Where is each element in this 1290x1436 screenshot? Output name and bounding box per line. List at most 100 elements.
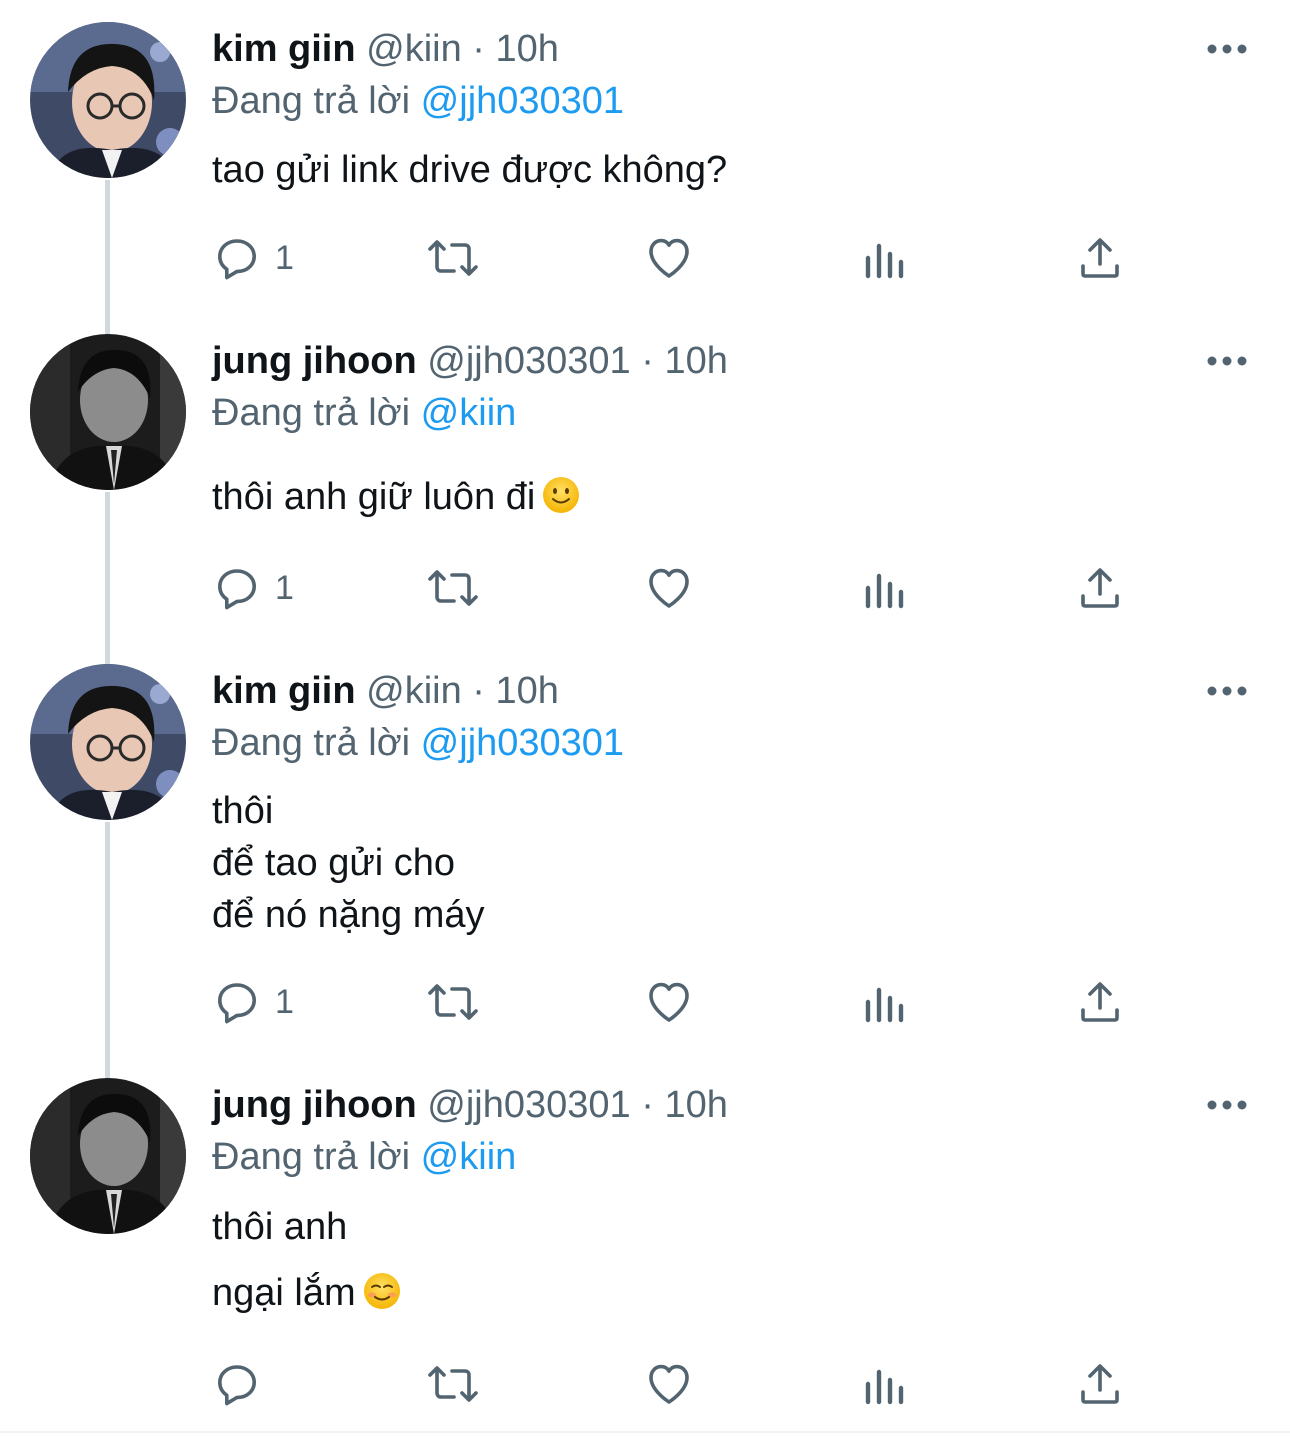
reply-button[interactable]: 1 (213, 972, 294, 1032)
analytics-button[interactable] (862, 228, 906, 288)
share-icon (1081, 568, 1119, 608)
avatar[interactable] (30, 22, 186, 178)
retweet-button[interactable] (426, 972, 480, 1032)
share-icon (1081, 1364, 1119, 1404)
reply-mention[interactable]: @kiin (421, 392, 517, 434)
timestamp[interactable]: 10h (664, 1084, 727, 1126)
retweet-icon (428, 1366, 478, 1402)
like-button[interactable] (644, 972, 694, 1032)
slightly-smiling-face-emoji (543, 477, 580, 513)
reply-icon (218, 1365, 256, 1406)
tweet-text-line: thôi anh giữ luôn đi (212, 472, 581, 522)
avatar[interactable] (30, 334, 186, 490)
display-name[interactable]: jung jihoon (212, 340, 417, 382)
avatar-photo-kim-giin (30, 22, 186, 178)
tweet-text: thôi anh (212, 1206, 348, 1248)
separator: · (641, 1084, 654, 1126)
share-button[interactable] (1077, 228, 1123, 288)
retweet-button[interactable] (426, 228, 480, 288)
reply-button[interactable]: 1 (213, 558, 294, 618)
avatar-photo-jung-jihoon (30, 1078, 186, 1234)
retweet-button[interactable] (426, 558, 480, 618)
tweet-header: jung jihoon @jjh030301 · 10h (212, 336, 728, 386)
reply-button[interactable] (213, 1354, 275, 1414)
tweet[interactable]: kim giin @kiin · 10h Đang trả lời @jjh03… (0, 0, 1290, 320)
reply-prefix: Đang trả lời (212, 1136, 411, 1178)
analytics-icon (865, 987, 904, 1023)
handle[interactable]: @jjh030301 (427, 340, 630, 382)
reply-count: 1 (275, 982, 294, 1021)
reply-context: Đang trả lời @jjh030301 (212, 718, 624, 768)
display-name[interactable]: jung jihoon (212, 1084, 417, 1126)
display-name[interactable]: kim giin (212, 670, 356, 712)
reply-mention[interactable]: @jjh030301 (421, 80, 624, 122)
like-icon (649, 568, 689, 608)
share-button[interactable] (1077, 558, 1123, 618)
share-button[interactable] (1077, 972, 1123, 1032)
avatar[interactable] (30, 1078, 186, 1234)
share-icon (1081, 238, 1119, 278)
analytics-button[interactable] (862, 1354, 906, 1414)
reply-button[interactable]: 1 (213, 228, 294, 288)
avatar-photo-jung-jihoon (30, 334, 186, 490)
share-icon (1081, 982, 1119, 1022)
tweet-text: thôi (212, 790, 274, 832)
tweet-text-line: ngại lắm (212, 1268, 402, 1318)
reply-context: Đang trả lời @kiin (212, 1132, 516, 1182)
like-icon (649, 982, 689, 1022)
like-button[interactable] (644, 558, 694, 618)
reply-prefix: Đang trả lời (212, 80, 411, 122)
handle[interactable]: @kiin (366, 670, 462, 712)
handle[interactable]: @kiin (366, 28, 462, 70)
action-bar: 1 (0, 972, 1290, 1032)
reply-count: 1 (275, 238, 294, 277)
more-options-icon[interactable] (1206, 1098, 1248, 1112)
reply-icon (218, 569, 256, 610)
tweet-text: ngại lắm (212, 1272, 356, 1314)
more-options-icon[interactable] (1206, 42, 1248, 56)
reply-mention[interactable]: @kiin (421, 1136, 517, 1178)
reply-icon (218, 239, 256, 280)
reply-count: 1 (275, 568, 294, 607)
retweet-icon (428, 984, 478, 1020)
action-bar (0, 1354, 1290, 1414)
more-options-icon[interactable] (1206, 684, 1248, 698)
avatar-photo-kim-giin (30, 664, 186, 820)
retweet-icon (428, 570, 478, 606)
display-name[interactable]: kim giin (212, 28, 356, 70)
share-button[interactable] (1077, 1354, 1123, 1414)
reply-mention[interactable]: @jjh030301 (421, 722, 624, 764)
reply-context: Đang trả lời @jjh030301 (212, 76, 624, 126)
tweet[interactable]: jung jihoon @jjh030301 · 10h Đang trả lờ… (0, 320, 1290, 650)
like-icon (649, 238, 689, 278)
analytics-icon (865, 1369, 904, 1405)
like-button[interactable] (644, 1354, 694, 1414)
separator: · (472, 670, 485, 712)
reply-icon (218, 983, 256, 1024)
more-options-icon[interactable] (1206, 354, 1248, 368)
avatar[interactable] (30, 664, 186, 820)
tweet-header: kim giin @kiin · 10h (212, 666, 559, 716)
tweet-text: để tao gửi cho (212, 842, 456, 884)
tweet-header: kim giin @kiin · 10h (212, 24, 559, 74)
analytics-icon (865, 573, 904, 609)
separator: · (641, 340, 654, 382)
analytics-icon (865, 243, 904, 279)
timestamp[interactable]: 10h (664, 340, 727, 382)
analytics-button[interactable] (862, 972, 906, 1032)
reply-context: Đang trả lời @kiin (212, 388, 516, 438)
timestamp[interactable]: 10h (496, 670, 559, 712)
reply-prefix: Đang trả lời (212, 722, 411, 764)
tweet[interactable]: kim giin @kiin · 10h Đang trả lời @jjh03… (0, 650, 1290, 1064)
timestamp[interactable]: 10h (496, 28, 559, 70)
retweet-icon (428, 240, 478, 276)
tweet[interactable]: jung jihoon @jjh030301 · 10h Đang trả lờ… (0, 1064, 1290, 1431)
action-bar: 1 (0, 558, 1290, 618)
handle[interactable]: @jjh030301 (427, 1084, 630, 1126)
tweet-header: jung jihoon @jjh030301 · 10h (212, 1080, 728, 1130)
analytics-button[interactable] (862, 558, 906, 618)
reply-prefix: Đang trả lời (212, 392, 411, 434)
like-button[interactable] (644, 228, 694, 288)
retweet-button[interactable] (426, 1354, 480, 1414)
smiling-face-emoji (363, 1273, 400, 1309)
